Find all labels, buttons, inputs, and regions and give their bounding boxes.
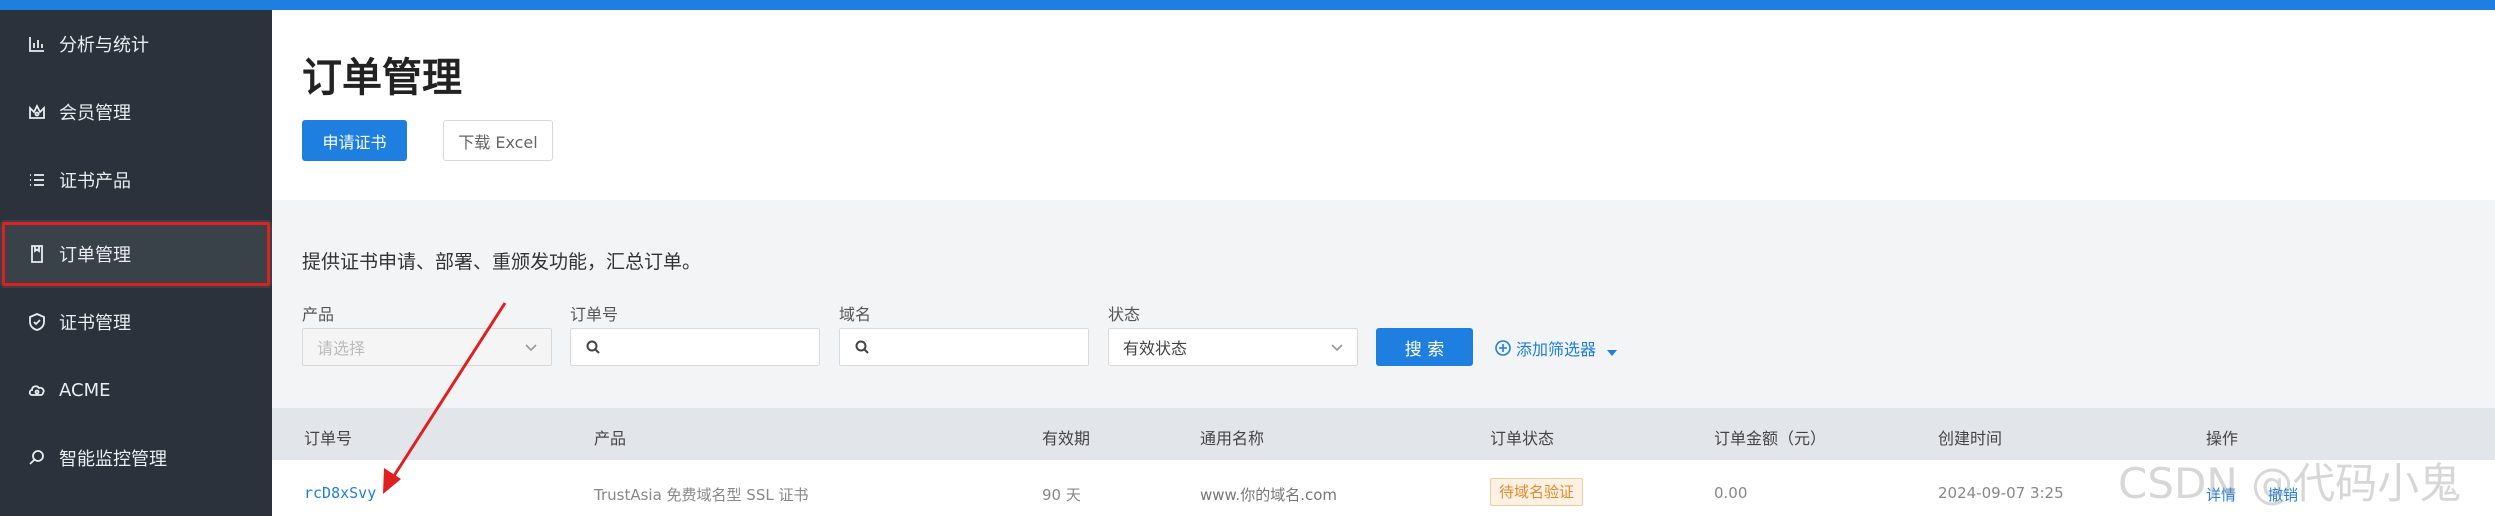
sidebar-item-label: 证书管理 [59,313,131,334]
column-header: 订单号 [304,429,353,448]
sidebar-item-label: 分析与统计 [59,35,149,56]
sidebar-item-acme[interactable]: ACME [0,356,272,424]
page-title: 订单管理 [302,55,462,101]
cloud-icon [27,380,47,400]
status-badge: 待域名验证 [1490,478,1584,506]
add-filter-link[interactable]: 添加筛选器 [1494,336,1618,360]
product-filter-label: 产品 [302,305,335,324]
created-time-cell: 2024-09-07 3:25 [1938,484,2064,502]
document-icon [27,244,47,264]
crown-icon [27,102,47,122]
order-number-link[interactable]: rcD8xSvy [304,484,376,502]
product-select[interactable]: 请选择 [302,328,552,366]
column-header: 创建时间 [1938,429,2003,448]
sidebar-item-cert-products[interactable]: 证书产品 [0,146,272,214]
amount-cell: 0.00 [1714,484,1748,502]
bar-chart-icon [27,34,47,54]
shield-check-icon [27,312,47,332]
sidebar-item-label: 智能监控管理 [59,449,167,470]
status-filter-label: 状态 [1108,305,1141,324]
top-accent-bar [0,0,2495,10]
order-no-input[interactable] [570,328,820,366]
column-header: 通用名称 [1200,429,1265,448]
watermark-text: CSDN @代码小鬼 [2118,459,2462,508]
product-select-placeholder: 请选择 [317,339,366,358]
sidebar-item-orders[interactable]: 订单管理 [0,220,272,288]
sidebar-item-analytics[interactable]: 分析与统计 [0,10,272,78]
column-header: 操作 [2206,429,2239,448]
domain-filter-label: 域名 [839,305,872,324]
download-excel-button[interactable]: 下载 Excel [443,120,553,161]
common-name-cell: www.你的域名.com [1200,486,1337,504]
sidebar-item-label: 订单管理 [59,245,131,266]
domain-input[interactable] [839,328,1089,366]
column-header: 产品 [594,429,627,448]
order-no-filter-label: 订单号 [570,305,619,324]
list-icon [27,170,47,190]
sidebar-item-members[interactable]: 会员管理 [0,78,272,146]
sidebar-item-smart-monitor[interactable]: 智能监控管理 [0,424,272,492]
main-content: 订单管理 申请证书 下载 Excel 提供证书申请、部署、重颁发功能，汇总订单。… [272,10,2495,516]
sidebar-item-label: 会员管理 [59,103,131,124]
product-cell: TrustAsia 免费域名型 SSL 证书 [594,486,809,504]
column-header: 订单状态 [1490,429,1555,448]
search-icon [854,339,870,355]
validity-cell: 90 天 [1042,486,1081,504]
apply-certificate-button[interactable]: 申请证书 [302,120,407,161]
column-header: 有效期 [1042,429,1091,448]
chevron-down-icon [1329,339,1345,355]
add-filter-label: 添加筛选器 [1516,340,1597,359]
sidebar-item-label: 证书产品 [59,171,131,192]
chevron-down-icon [523,339,539,355]
search-icon [585,339,601,355]
sidebar: 分析与统计 会员管理 证书产品 订单管理 证书管理 ACME 智能监控管理 [0,10,272,516]
caret-down-icon [1606,343,1618,356]
plus-circle-icon [1494,339,1512,357]
column-header: 订单金额（元） [1714,429,1827,448]
search-icon [27,448,47,468]
status-select[interactable]: 有效状态 [1108,328,1358,366]
page-description: 提供证书申请、部署、重颁发功能，汇总订单。 [302,251,702,273]
status-select-value: 有效状态 [1123,339,1188,358]
sidebar-item-cert-management[interactable]: 证书管理 [0,288,272,356]
sidebar-item-label: ACME [59,379,111,401]
search-button[interactable]: 搜 索 [1376,328,1473,366]
